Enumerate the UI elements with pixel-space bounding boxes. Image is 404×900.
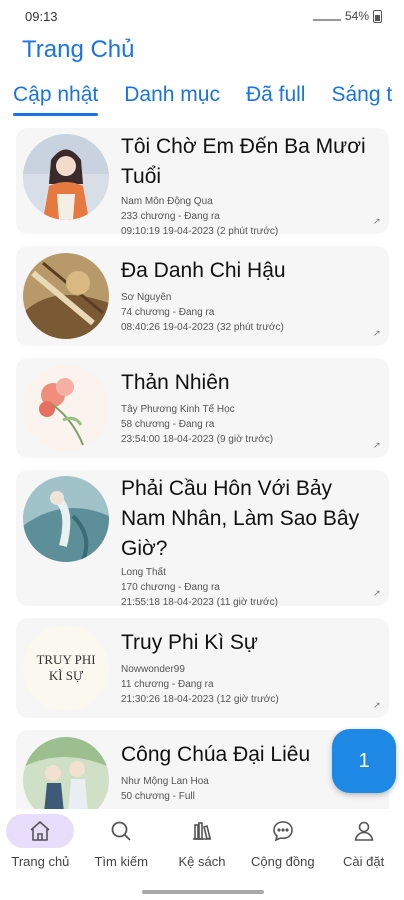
user-icon: [330, 814, 398, 848]
nav-home[interactable]: Trang chủ: [0, 809, 81, 879]
story-title: Phải Cầu Hôn Với Bảy: [121, 477, 333, 500]
nav-bookshelf[interactable]: Kệ sách: [162, 809, 243, 879]
story-chapters: 58 chương - Đang ra: [121, 419, 215, 430]
page-title: Trang Chủ: [22, 36, 135, 63]
cover-text: TRUY PHI: [36, 652, 96, 667]
story-card[interactable]: Tôi Chờ Em Đến Ba Mươi Tuổi Nam Môn Động…: [16, 128, 389, 237]
story-title: Thản Nhiên: [121, 371, 230, 394]
open-external-icon[interactable]: ↗: [373, 440, 383, 450]
status-bar: 09:13 54%: [0, 0, 404, 32]
story-card[interactable]: TRUY PHI KÌ SỰ Truy Phi Kì Sự Nowwonder9…: [16, 618, 389, 718]
open-external-icon[interactable]: ↗: [373, 216, 383, 226]
battery-icon: [373, 9, 382, 23]
couple-cover: [23, 737, 109, 811]
bottom-nav: Trang chủ Tìm kiếm Kệ sách Cộng đồng Cài…: [0, 809, 404, 879]
story-updated: 21:30:26 18-04-2023 (12 giờ trước): [121, 694, 279, 705]
story-card[interactable]: Phải Cầu Hôn Với Bảy Nam Nhân, Làm Sao B…: [16, 470, 389, 608]
girl-portrait-cover: [23, 134, 109, 220]
story-title-cont: Giờ?: [121, 537, 168, 560]
open-external-icon[interactable]: ↗: [373, 588, 383, 598]
nav-settings[interactable]: Cài đặt: [323, 809, 404, 879]
story-author: Long Thất: [121, 567, 166, 578]
story-author: Tây Phương Kinh Tế Học: [121, 404, 235, 415]
tab-bar: Cập nhật Danh mục Đã full Sáng t: [0, 80, 404, 116]
story-card[interactable]: Đa Danh Chi Hậu Sơ Nguyên 74 chương - Đa…: [16, 246, 389, 346]
text-cover: TRUY PHI KÌ SỰ: [23, 625, 109, 711]
nav-label: Tìm kiếm: [94, 854, 148, 869]
nav-label: Cài đặt: [342, 854, 385, 869]
story-chapters: 11 chương - Đang ra: [121, 679, 214, 690]
tab-updates[interactable]: Cập nhật: [13, 80, 99, 116]
chat-icon: [249, 814, 317, 848]
nav-label: Kệ sách: [178, 854, 226, 869]
search-icon: [87, 814, 155, 848]
story-title: Tôi Chờ Em Đến Ba Mươi: [121, 135, 366, 158]
story-title: Đa Danh Chi Hậu: [121, 259, 286, 282]
tab-categories[interactable]: Danh mục: [124, 80, 220, 116]
status-indicators: 54%: [312, 9, 382, 23]
story-updated: 08:40:26 19-04-2023 (32 phút trước): [121, 322, 284, 333]
story-list[interactable]: Tôi Chờ Em Đến Ba Mươi Tuổi Nam Môn Động…: [0, 124, 404, 811]
story-updated: 21:55:18 18-04-2023 (11 giờ trước): [121, 597, 278, 608]
story-chapters: 233 chương - Đang ra: [121, 211, 220, 222]
battery-percent: 54%: [344, 9, 369, 23]
open-external-icon[interactable]: ↗: [373, 700, 383, 710]
story-chapters: 170 chương - Đang ra: [121, 582, 220, 593]
tab-creative[interactable]: Sáng t: [331, 80, 392, 116]
story-chapters: 50 chương - Full: [121, 791, 195, 802]
nav-search[interactable]: Tìm kiếm: [81, 809, 162, 879]
story-title-cont: Nam Nhân, Làm Sao Bây: [121, 507, 360, 530]
nav-label: Cộng đồng: [250, 854, 315, 869]
story-title-cont: Tuổi: [121, 165, 162, 188]
story-title: Truy Phi Kì Sự: [121, 631, 258, 654]
flower-cover: [23, 365, 109, 451]
nav-community[interactable]: Cộng đồng: [242, 809, 323, 879]
home-icon: [6, 814, 75, 848]
story-card[interactable]: Thản Nhiên Tây Phương Kinh Tế Học 58 chư…: [16, 358, 389, 458]
bookshelf-icon: [168, 814, 236, 848]
blue-figure-cover: [23, 476, 109, 562]
story-updated: 09:10:19 19-04-2023 (2 phút trước): [121, 226, 279, 237]
gesture-bar: [142, 890, 264, 894]
tab-completed[interactable]: Đã full: [246, 80, 306, 116]
story-author: Nam Môn Động Qua: [121, 196, 213, 207]
open-external-icon[interactable]: ↗: [373, 328, 383, 338]
status-time: 09:13: [25, 8, 58, 24]
signal-icon: [312, 11, 341, 21]
story-author: Sơ Nguyên: [121, 292, 172, 303]
story-chapters: 74 chương - Đang ra: [121, 307, 215, 318]
nav-label: Trang chủ: [11, 854, 70, 869]
story-author: Nowwonder99: [121, 664, 185, 675]
ink-painting-cover: [23, 253, 109, 339]
cover-text: KÌ SỰ: [48, 668, 84, 683]
story-updated: 23:54:00 18-04-2023 (9 giờ trước): [121, 434, 274, 445]
floating-action-button[interactable]: 1: [332, 729, 396, 793]
